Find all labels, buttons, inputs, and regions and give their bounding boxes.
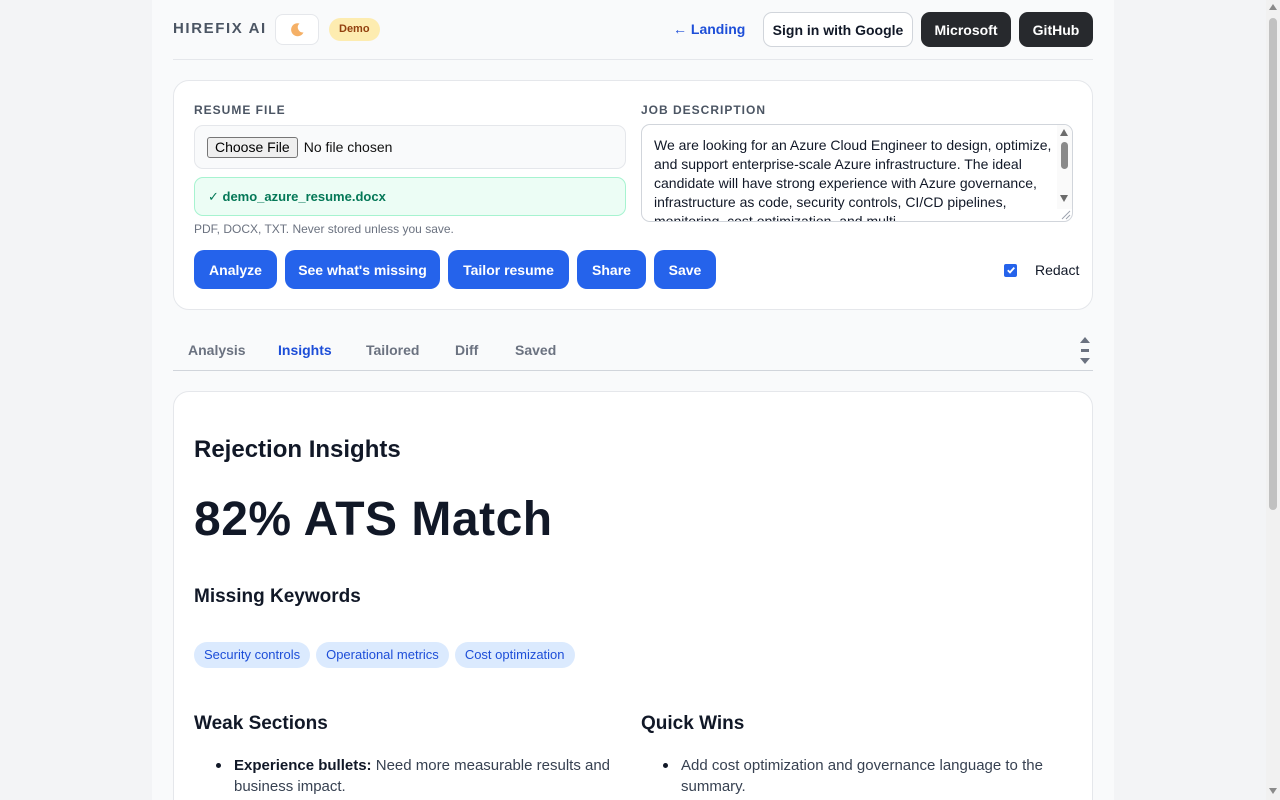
job-description-label: JOB DESCRIPTION <box>641 103 767 117</box>
file-status-text: No file chosen <box>303 139 393 155</box>
keyword-chip: Security controls <box>194 642 311 668</box>
top-header: HIREFIX AI Demo ← Landing Sign in with G… <box>173 0 1093 60</box>
crescent-moon-icon <box>291 22 304 36</box>
result-tabs: Analysis Insights Tailored Diff Saved <box>173 330 1093 371</box>
github-sign-in-button[interactable]: GitHub <box>1019 12 1093 47</box>
tab-insights[interactable]: Insights <box>278 342 332 358</box>
tab-diff[interactable]: Diff <box>455 342 478 358</box>
share-button[interactable]: Share <box>577 250 646 289</box>
microsoft-sign-in-button[interactable]: Microsoft <box>921 12 1011 47</box>
job-description-text: We are looking for an Azure Cloud Engine… <box>654 137 1052 222</box>
keyword-chip: Cost optimization <box>454 642 575 668</box>
job-description-textarea[interactable]: We are looking for an Azure Cloud Engine… <box>641 124 1073 222</box>
save-button[interactable]: Save <box>654 250 716 289</box>
theme-toggle-button[interactable] <box>275 14 319 45</box>
tab-saved[interactable]: Saved <box>515 342 556 358</box>
file-format-hint: PDF, DOCX, TXT. Never stored unless you … <box>194 222 454 236</box>
scroll-thumb[interactable] <box>1061 142 1068 169</box>
tab-analysis[interactable]: Analysis <box>188 342 246 358</box>
scroll-down-arrow-icon[interactable] <box>1060 195 1068 202</box>
tab-scroll-arrows-icon[interactable] <box>1079 334 1091 368</box>
weak-item-label: Experience bullets: <box>234 757 372 774</box>
insights-title: Rejection Insights <box>194 436 401 463</box>
page-container: HIREFIX AI Demo ← Landing Sign in with G… <box>152 0 1114 800</box>
quick-wins-list: Add cost optimization and governance lan… <box>641 755 1061 797</box>
textarea-scrollbar[interactable] <box>1057 125 1072 209</box>
scroll-up-arrow-icon[interactable] <box>1060 129 1068 136</box>
page-scroll-thumb[interactable] <box>1269 18 1277 510</box>
redact-label: Redact <box>1035 262 1080 278</box>
uploaded-file-indicator: ✓ demo_azure_resume.docx <box>194 177 626 216</box>
weak-sections-list: Experience bullets: Need more measurable… <box>194 755 614 797</box>
missing-keywords-title: Missing Keywords <box>194 586 361 607</box>
missing-keywords-list: Security controls Operational metrics Co… <box>194 642 575 668</box>
input-card: RESUME FILE Choose File No file chosen ✓… <box>173 80 1093 310</box>
weak-sections-title: Weak Sections <box>194 713 328 734</box>
ats-match-score: 82% ATS Match <box>194 493 553 546</box>
keyword-chip: Operational metrics <box>316 642 449 668</box>
resume-file-input[interactable]: Choose File No file chosen <box>194 125 626 169</box>
brand-logo: HIREFIX AI <box>173 20 267 37</box>
checkmark-icon <box>1006 266 1015 274</box>
redact-checkbox[interactable] <box>1004 263 1017 277</box>
tab-tailored[interactable]: Tailored <box>366 342 419 358</box>
sign-in-google-button[interactable]: Sign in with Google <box>763 12 913 47</box>
analyze-button[interactable]: Analyze <box>194 250 277 289</box>
resume-file-label: RESUME FILE <box>194 103 286 117</box>
see-missing-button[interactable]: See what's missing <box>285 250 440 289</box>
quick-wins-title: Quick Wins <box>641 713 745 734</box>
insights-card: Rejection Insights 82% ATS Match Missing… <box>173 391 1093 800</box>
choose-file-button[interactable]: Choose File <box>207 136 298 158</box>
list-item: Experience bullets: Need more measurable… <box>194 755 614 797</box>
landing-link[interactable]: ← Landing <box>673 21 745 37</box>
tailor-resume-button[interactable]: Tailor resume <box>448 250 569 289</box>
list-item: Add cost optimization and governance lan… <box>641 755 1061 797</box>
resize-grip-icon[interactable] <box>1059 208 1071 220</box>
redact-toggle[interactable]: Redact <box>1004 262 1079 278</box>
scroll-down-arrow-icon[interactable] <box>1269 788 1277 794</box>
page-scrollbar[interactable] <box>1266 0 1280 800</box>
demo-badge: Demo <box>329 18 380 41</box>
scroll-up-arrow-icon[interactable] <box>1269 4 1277 10</box>
